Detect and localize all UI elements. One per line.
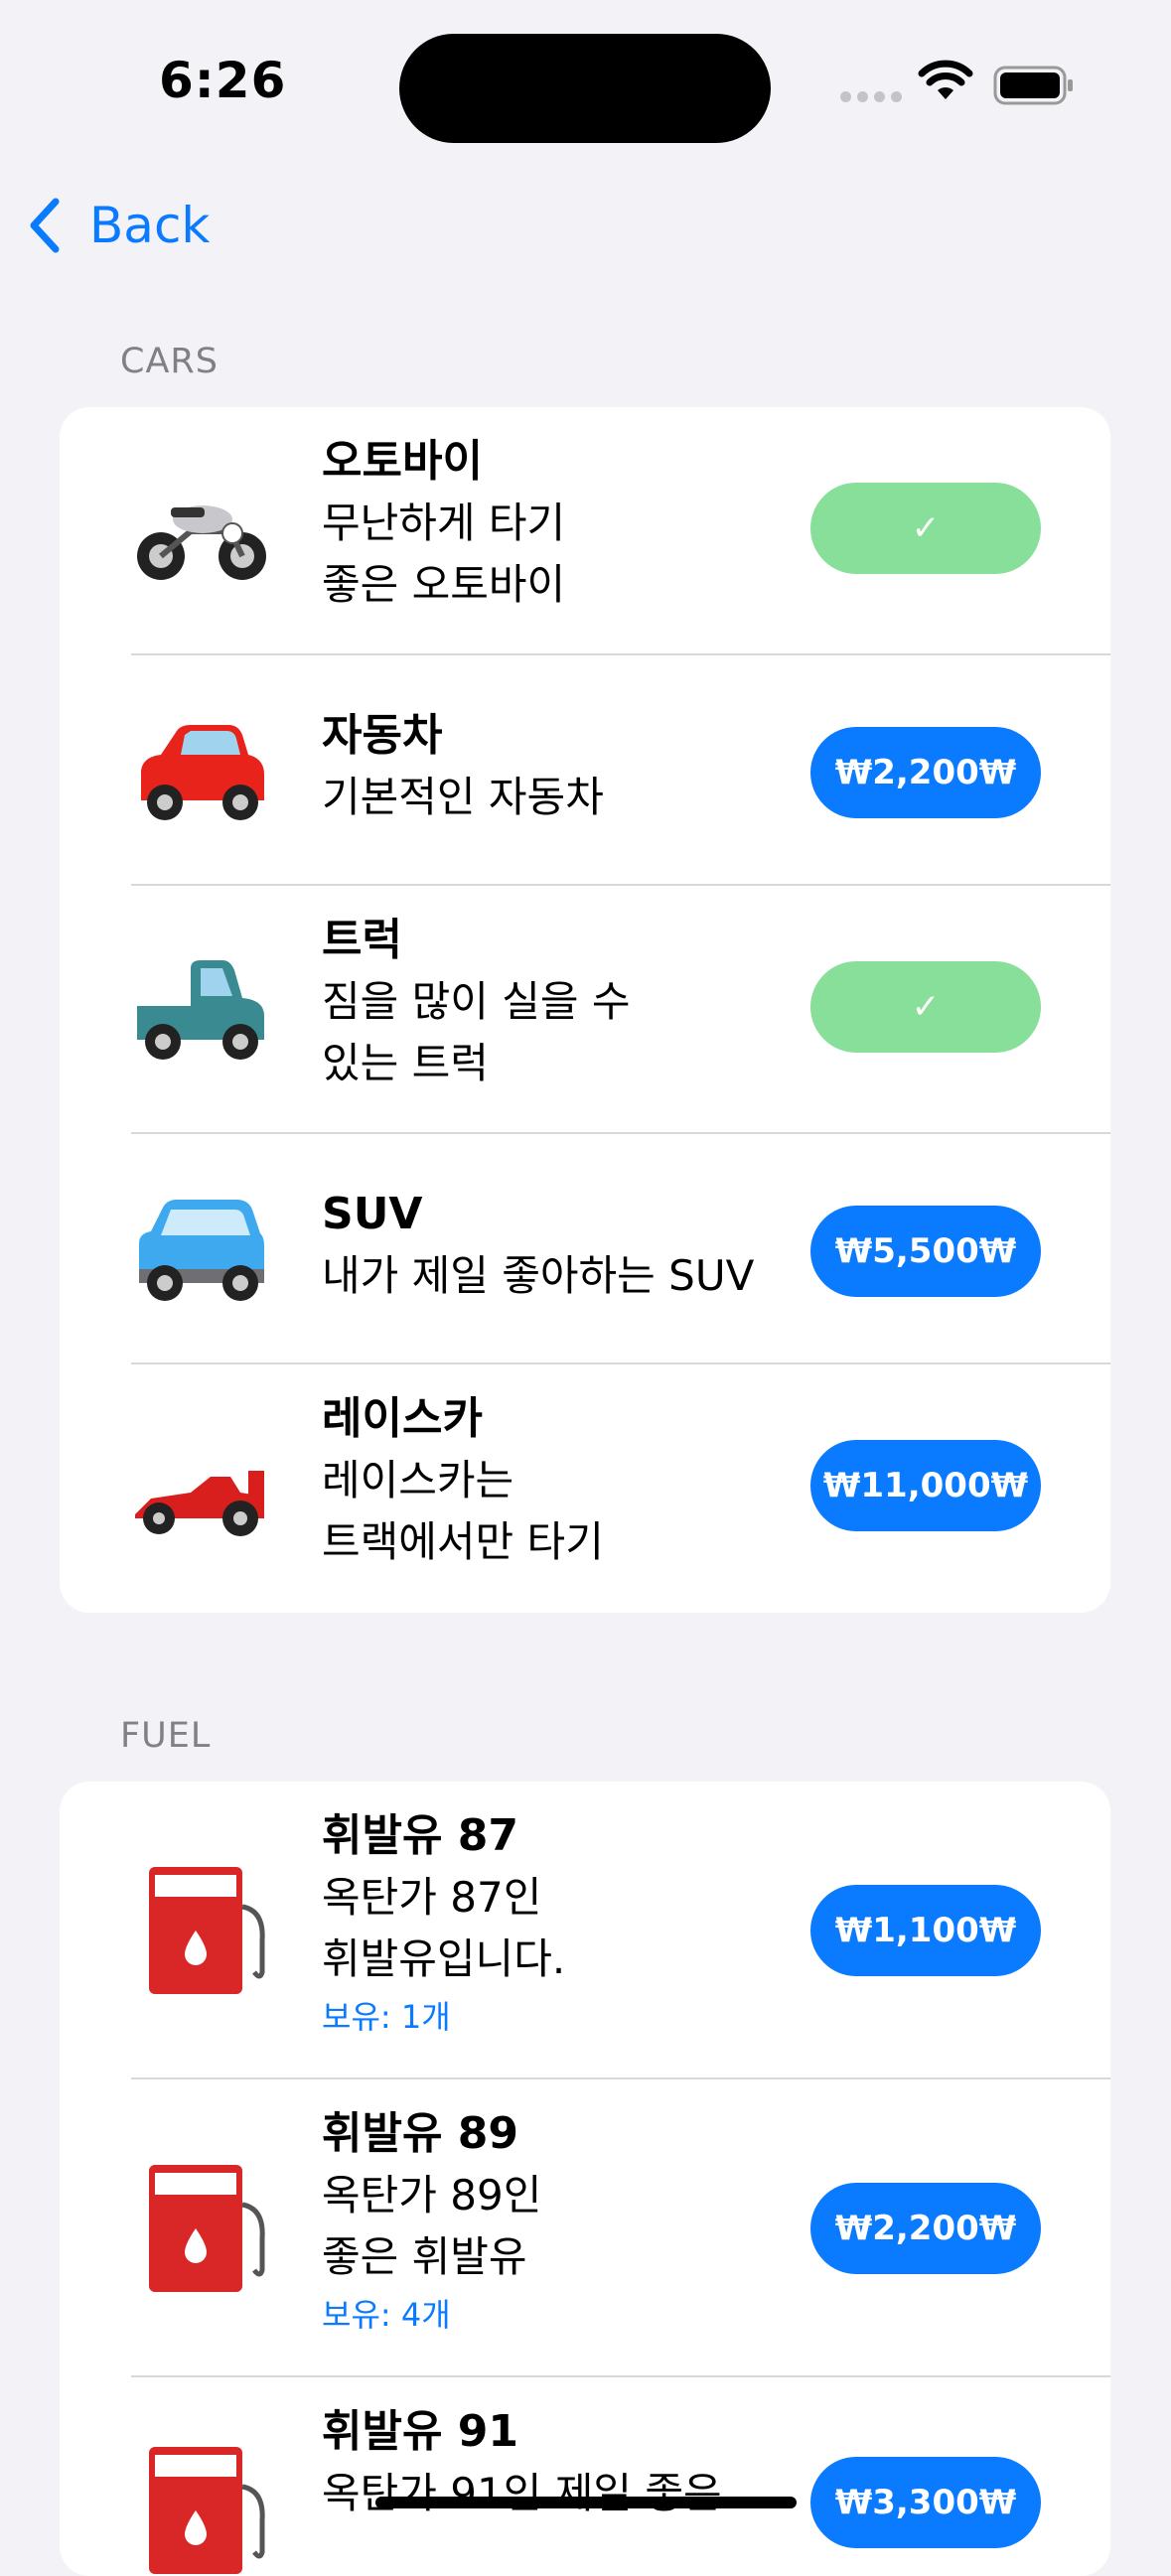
owned-count: 보유: 4개 bbox=[322, 2296, 451, 2334]
fuel-pump-emoji-icon bbox=[149, 2447, 265, 2574]
cellular-signal-icon bbox=[840, 91, 902, 102]
fuel-pump-emoji-icon bbox=[149, 1867, 265, 1994]
item-title: 휘발유 89 bbox=[322, 2108, 518, 2159]
item-desc-line2: 있는 트럭 bbox=[322, 1039, 489, 1087]
list-item-truck: 트럭 짐을 많이 실을 수 있는 트럭 ✓ bbox=[60, 886, 1110, 1134]
list-item-fuel-89: 휘발유 89 옥탄가 89인 좋은 휘발유 보유: 4개 ₩2,200₩ bbox=[60, 2079, 1110, 2377]
back-label: Back bbox=[89, 197, 211, 254]
item-desc-line1: 옥탄가 89인 bbox=[322, 2171, 542, 2219]
item-title: 휘발유 87 bbox=[322, 1810, 518, 1861]
cars-list: 오토바이 무난하게 타기 좋은 오토바이 ✓ 자동차 기본적인 자동차 ₩2,2… bbox=[60, 407, 1110, 1613]
item-desc-line1: 짐을 많이 실을 수 bbox=[322, 977, 631, 1026]
battery-icon bbox=[993, 66, 1073, 105]
red-car-emoji-icon bbox=[141, 725, 264, 820]
motorcycle-emoji-icon bbox=[137, 505, 266, 580]
item-title: 휘발유 91 bbox=[322, 2406, 518, 2457]
list-item-racecar: 레이스카 레이스카는 트랙에서만 타기 ₩11,000₩ bbox=[60, 1364, 1110, 1613]
status-bar: 6:26 bbox=[0, 0, 1171, 169]
home-indicator bbox=[375, 2497, 797, 2508]
item-title: 레이스카 bbox=[322, 1393, 483, 1444]
buy-button-fuel-87[interactable]: ₩1,100₩ bbox=[810, 1885, 1041, 1976]
item-desc-line2: 휘발유입니다. bbox=[322, 1934, 566, 1983]
buy-button-fuel-89[interactable]: ₩2,200₩ bbox=[810, 2183, 1041, 2274]
dynamic-island bbox=[399, 34, 771, 143]
buy-button-fuel-91[interactable]: ₩3,300₩ bbox=[810, 2457, 1041, 2548]
item-title: 자동차 bbox=[322, 710, 443, 761]
item-desc-line2: 좋은 휘발유 bbox=[322, 2232, 527, 2281]
item-desc-line2: 좋은 오토바이 bbox=[322, 560, 566, 609]
list-item-suv: SUV 내가 제일 좋아하는 SUV ₩5,500₩ bbox=[60, 1134, 1110, 1364]
item-title: SUV bbox=[322, 1189, 423, 1239]
list-item-fuel-87: 휘발유 87 옥탄가 87인 휘발유입니다. 보유: 1개 ₩1,100₩ bbox=[60, 1782, 1110, 2079]
buy-button-racecar[interactable]: ₩11,000₩ bbox=[810, 1440, 1041, 1531]
racing-car-emoji-icon bbox=[135, 1471, 264, 1536]
suv-emoji-icon bbox=[139, 1200, 264, 1301]
item-title: 오토바이 bbox=[322, 436, 483, 487]
pickup-truck-emoji-icon bbox=[137, 960, 264, 1060]
wifi-icon bbox=[918, 60, 973, 99]
item-desc-line1: 기본적인 자동차 bbox=[322, 773, 604, 821]
section-header-fuel: FUEL bbox=[120, 1716, 212, 1756]
owned-button-motorcycle[interactable]: ✓ bbox=[810, 483, 1041, 574]
item-title: 트럭 bbox=[322, 915, 402, 965]
item-desc-line2: 트랙에서만 타기 bbox=[322, 1517, 604, 1566]
fuel-list: 휘발유 87 옥탄가 87인 휘발유입니다. 보유: 1개 ₩1,100₩ 휘발… bbox=[60, 1782, 1110, 2576]
owned-count: 보유: 1개 bbox=[322, 1998, 451, 2036]
status-time: 6:26 bbox=[159, 52, 287, 109]
list-item-fuel-91: 휘발유 91 옥탄가 91인 제일 좋은 ₩3,300₩ bbox=[60, 2377, 1110, 2576]
item-desc-line1: 무난하게 타기 bbox=[322, 499, 566, 547]
section-header-cars: CARS bbox=[120, 342, 219, 381]
list-item-motorcycle: 오토바이 무난하게 타기 좋은 오토바이 ✓ bbox=[60, 407, 1110, 655]
item-desc-line1: 옥탄가 87인 bbox=[322, 1873, 542, 1922]
buy-button-car[interactable]: ₩2,200₩ bbox=[810, 727, 1041, 818]
item-desc-line1: 내가 제일 좋아하는 SUV bbox=[322, 1251, 755, 1300]
fuel-pump-emoji-icon bbox=[149, 2165, 265, 2292]
owned-button-truck[interactable]: ✓ bbox=[810, 961, 1041, 1053]
item-desc-line1: 레이스카는 bbox=[322, 1456, 514, 1504]
chevron-left-icon bbox=[30, 198, 60, 253]
item-desc-line1: 옥탄가 91인 제일 좋은 bbox=[322, 2469, 722, 2517]
back-button[interactable]: Back bbox=[26, 191, 210, 260]
list-item-car: 자동차 기본적인 자동차 ₩2,200₩ bbox=[60, 655, 1110, 886]
buy-button-suv[interactable]: ₩5,500₩ bbox=[810, 1206, 1041, 1297]
